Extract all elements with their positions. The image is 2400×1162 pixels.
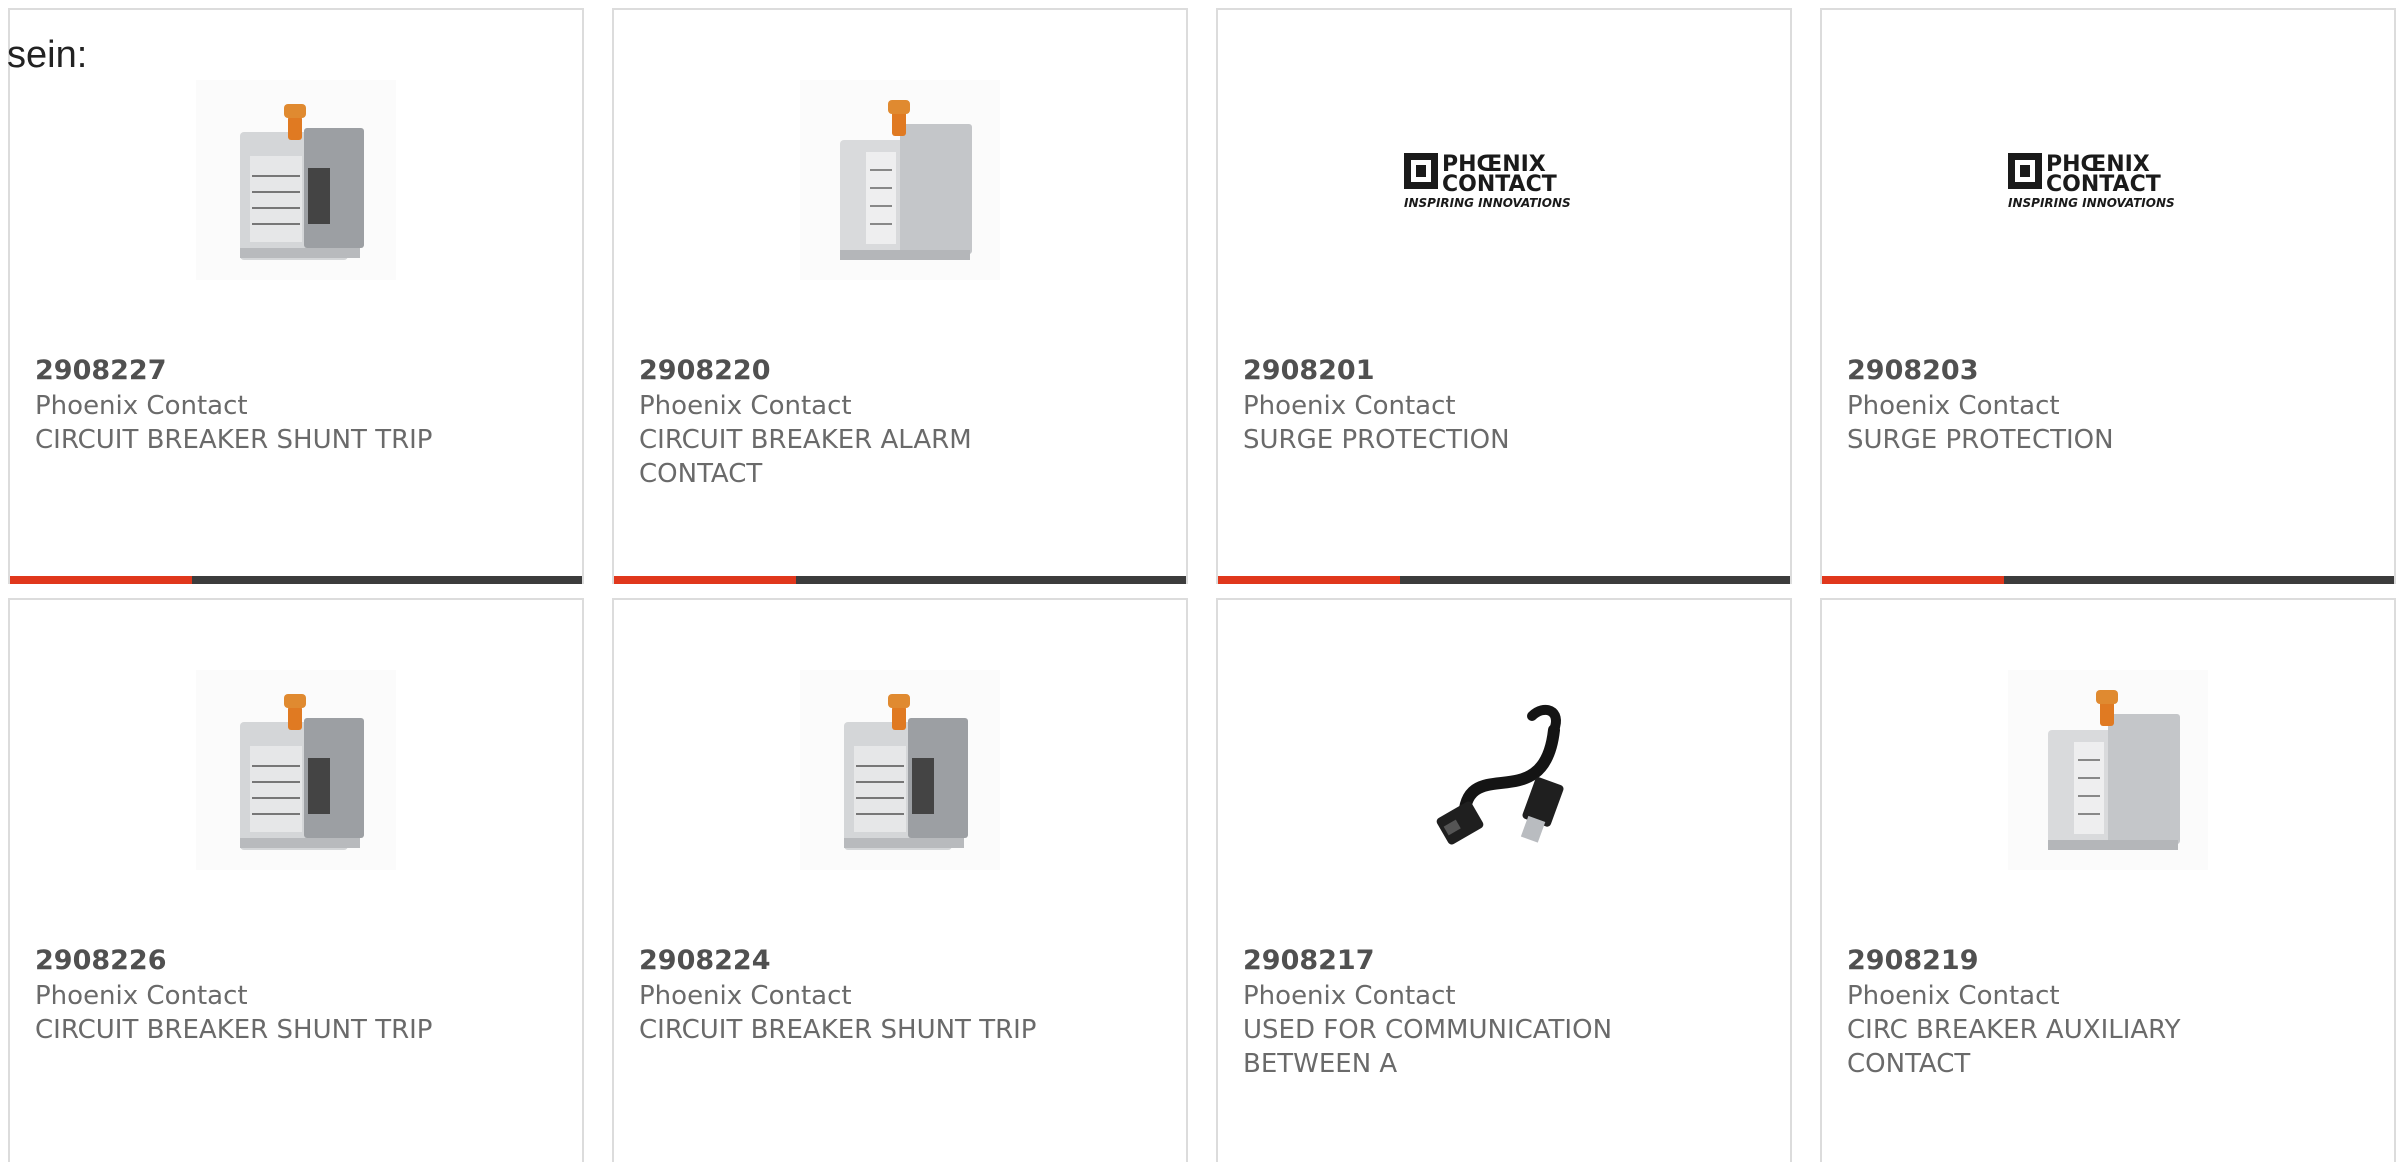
product-sku[interactable]: 2908227	[35, 354, 167, 388]
card-accent-bar	[1218, 576, 1400, 584]
card-bottom-bar	[1218, 576, 1790, 584]
card-accent-bar	[10, 576, 192, 584]
product-sku[interactable]: 2908217	[1243, 944, 1375, 978]
product-brand: Phoenix Contact	[639, 981, 852, 1011]
circuit-breaker-icon	[196, 80, 396, 280]
card-bottom-bar	[614, 576, 1186, 584]
product-card[interactable]: 2908219 Phoenix Contact CIRC BREAKER AUX…	[1820, 598, 2396, 1162]
product-brand: Phoenix Contact	[1847, 391, 2060, 421]
product-brand: Phoenix Contact	[35, 981, 248, 1011]
product-brand: Phoenix Contact	[1243, 981, 1456, 1011]
circuit-breaker-icon	[800, 80, 1000, 280]
product-sku[interactable]: 2908219	[1847, 944, 1979, 978]
circuit-breaker-icon	[2008, 670, 2208, 870]
product-description: USED FOR COMMUNICATION BETWEEN A	[1243, 1015, 1613, 1079]
card-accent-bar	[614, 576, 796, 584]
product-sku[interactable]: 2908224	[639, 944, 771, 978]
product-card[interactable]: PHŒNIX CONTACT INSPIRING INNOVATIONS 290…	[1216, 8, 1792, 584]
product-description: SURGE PROTECTION	[1847, 425, 2114, 455]
product-card[interactable]: 2908227 Phoenix Contact CIRCUIT BREAKER …	[8, 8, 584, 584]
product-image[interactable]	[196, 80, 396, 280]
svg-text:CONTACT: CONTACT	[2046, 172, 2161, 197]
product-sku[interactable]: 2908220	[639, 354, 771, 388]
product-card[interactable]: 2908220 Phoenix Contact CIRCUIT BREAKER …	[612, 8, 1188, 584]
card-accent-bar	[1822, 576, 2004, 584]
product-brand: Phoenix Contact	[639, 391, 852, 421]
phoenix-contact-logo-icon: PHŒNIX CONTACT INSPIRING INNOVATIONS	[2008, 152, 2175, 210]
svg-text:CONTACT: CONTACT	[1442, 172, 1557, 197]
phoenix-contact-logo-icon: PHŒNIX CONTACT INSPIRING INNOVATIONS	[1404, 152, 1571, 210]
brand-logo: PHŒNIX CONTACT INSPIRING INNOVATIONS	[1402, 145, 1606, 215]
card-bottom-bar	[1822, 576, 2394, 584]
product-image[interactable]: PHŒNIX CONTACT INSPIRING INNOVATIONS	[2008, 80, 2208, 280]
product-sku[interactable]: 2908203	[1847, 354, 1979, 388]
product-description: CIRCUIT BREAKER ALARM CONTACT	[639, 425, 972, 489]
product-sku[interactable]: 2908201	[1243, 354, 1375, 388]
card-bottom-bar	[10, 576, 582, 584]
svg-text:INSPIRING INNOVATIONS: INSPIRING INNOVATIONS	[2008, 196, 2175, 210]
product-description: CIRCUIT BREAKER SHUNT TRIP	[35, 425, 433, 455]
svg-text:INSPIRING INNOVATIONS: INSPIRING INNOVATIONS	[1404, 196, 1571, 210]
product-description: SURGE PROTECTION	[1243, 425, 1510, 455]
product-description: CIRCUIT BREAKER SHUNT TRIP	[639, 1015, 1037, 1045]
intro-text: sein:	[7, 34, 88, 76]
product-image[interactable]	[800, 670, 1000, 870]
circuit-breaker-icon	[196, 670, 396, 870]
product-card[interactable]: PHŒNIX CONTACT INSPIRING INNOVATIONS 290…	[1820, 8, 2396, 584]
product-brand: Phoenix Contact	[1847, 981, 2060, 1011]
product-brand: Phoenix Contact	[35, 391, 248, 421]
circuit-breaker-icon	[800, 670, 1000, 870]
product-description: CIRCUIT BREAKER SHUNT TRIP	[35, 1015, 433, 1045]
product-card[interactable]: 2908226 Phoenix Contact CIRCUIT BREAKER …	[8, 598, 584, 1162]
product-image[interactable]	[196, 670, 396, 870]
product-image[interactable]	[2008, 670, 2208, 870]
product-card[interactable]: 2908224 Phoenix Contact CIRCUIT BREAKER …	[612, 598, 1188, 1162]
product-grid-page: sein: 2908227 Phoenix Contact CIRCUIT BR…	[0, 0, 2400, 1162]
brand-logo: PHŒNIX CONTACT INSPIRING INNOVATIONS	[2006, 145, 2210, 215]
product-image[interactable]	[1404, 670, 1604, 870]
product-image[interactable]: PHŒNIX CONTACT INSPIRING INNOVATIONS	[1404, 80, 1604, 280]
product-card[interactable]: 2908217 Phoenix Contact USED FOR COMMUNI…	[1216, 598, 1792, 1162]
usb-cable-icon	[1404, 670, 1604, 870]
product-description: CIRC BREAKER AUXILIARY CONTACT	[1847, 1015, 2181, 1079]
product-sku[interactable]: 2908226	[35, 944, 167, 978]
product-image[interactable]	[800, 80, 1000, 280]
product-brand: Phoenix Contact	[1243, 391, 1456, 421]
